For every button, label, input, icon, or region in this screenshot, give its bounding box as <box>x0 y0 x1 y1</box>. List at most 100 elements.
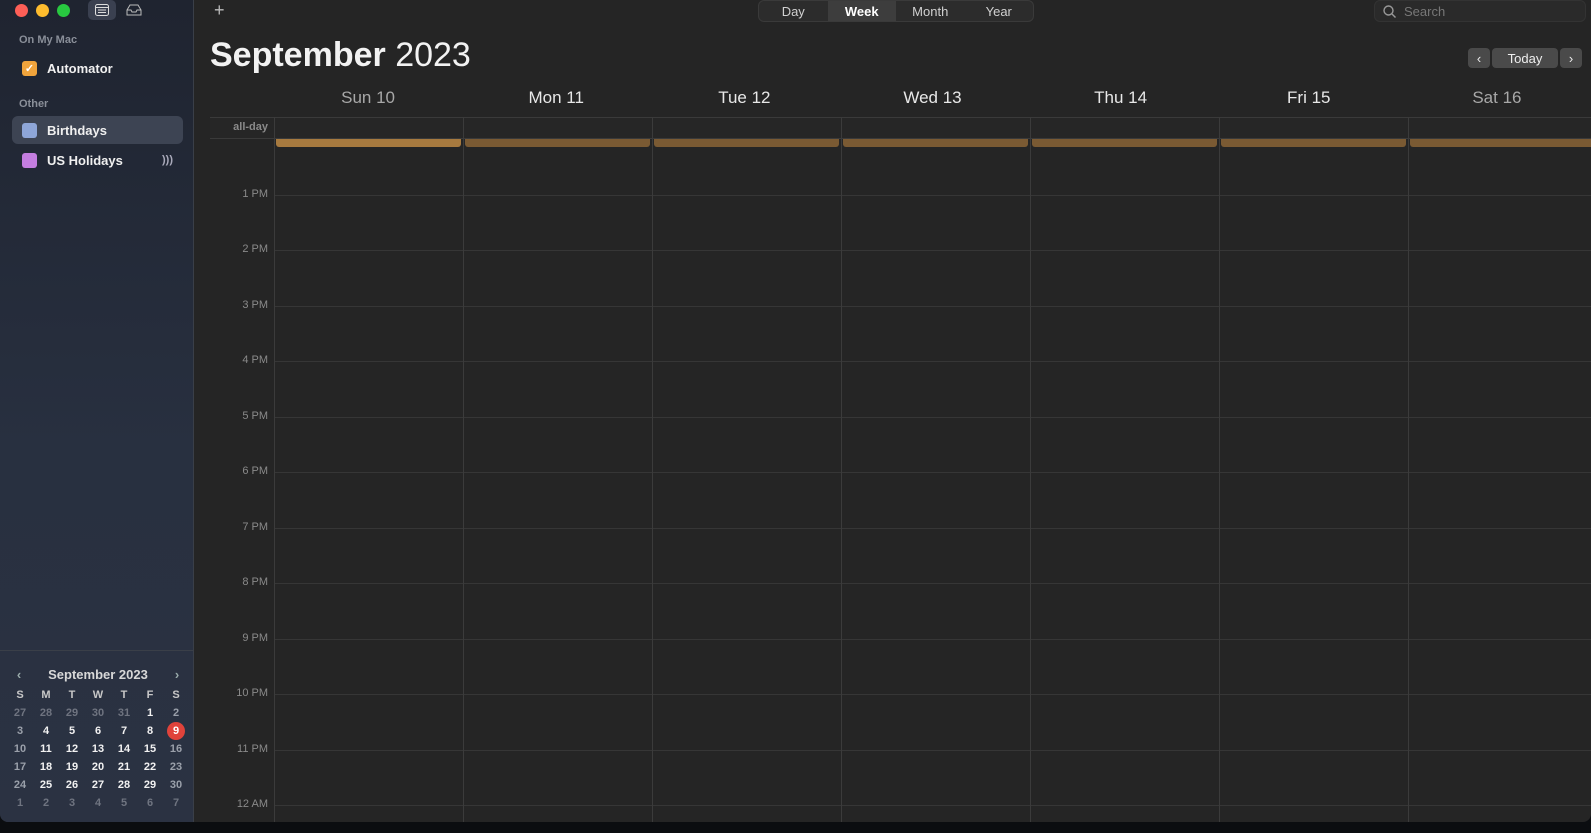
hour-gridline <box>274 749 1591 751</box>
search-placeholder: Search <box>1404 3 1446 19</box>
mini-day[interactable]: 1 <box>137 704 163 722</box>
mini-day[interactable]: 18 <box>33 758 59 776</box>
zoom-window-button[interactable] <box>57 4 70 17</box>
checkbox-checked-icon[interactable]: ✓ <box>22 60 37 76</box>
mini-day[interactable]: 4 <box>33 722 59 740</box>
mini-day[interactable]: 30 <box>163 776 189 794</box>
day-header[interactable]: Sat 16 <box>1403 88 1591 116</box>
mini-day[interactable]: 29 <box>59 704 85 722</box>
mini-day[interactable]: 31 <box>111 704 137 722</box>
mini-day[interactable]: 1 <box>7 794 33 812</box>
mini-day[interactable]: 5 <box>59 722 85 740</box>
add-event-button[interactable]: + <box>214 0 225 21</box>
day-column-divider <box>274 117 275 822</box>
mini-day[interactable]: 10 <box>7 740 33 758</box>
mini-day[interactable]: 28 <box>33 704 59 722</box>
mini-day[interactable]: 2 <box>33 794 59 812</box>
view-tab-day[interactable]: Day <box>759 1 828 21</box>
mini-day[interactable]: 23 <box>163 758 189 776</box>
calendar-item-us-holidays[interactable]: US Holidays ))) <box>12 146 183 174</box>
day-header[interactable]: Thu 14 <box>1027 88 1215 116</box>
mini-weekday-header: T <box>68 689 76 701</box>
mini-day[interactable]: 21 <box>111 758 137 776</box>
mini-weekday-header: W <box>92 689 104 701</box>
mini-day[interactable]: 13 <box>85 740 111 758</box>
checkbox-unchecked-icon[interactable] <box>22 152 37 168</box>
mini-day[interactable]: 26 <box>59 776 85 794</box>
mini-day[interactable]: 7 <box>111 722 137 740</box>
mini-day[interactable]: 15 <box>137 740 163 758</box>
search-field[interactable]: Search <box>1374 0 1586 22</box>
close-window-button[interactable] <box>15 4 28 17</box>
page-title: September 2023 <box>210 36 471 75</box>
next-week-button[interactable]: › <box>1560 48 1582 68</box>
mini-day[interactable]: 27 <box>85 776 111 794</box>
mini-day[interactable]: 2 <box>163 704 189 722</box>
calendar-list-icon <box>95 4 109 16</box>
mini-day[interactable]: 9 <box>163 722 189 740</box>
mini-weekday-header: F <box>146 689 154 701</box>
mini-day[interactable]: 19 <box>59 758 85 776</box>
mini-day[interactable]: 7 <box>163 794 189 812</box>
checkbox-unchecked-icon[interactable] <box>22 122 37 138</box>
mini-day[interactable]: 6 <box>137 794 163 812</box>
today-button[interactable]: Today <box>1492 48 1558 68</box>
day-columns[interactable] <box>274 117 1591 822</box>
mini-day[interactable]: 4 <box>85 794 111 812</box>
mini-day[interactable]: 3 <box>7 722 33 740</box>
mini-next-month-button[interactable]: › <box>170 667 184 682</box>
hour-gridline <box>274 194 1591 196</box>
hour-gutter: 1 PM 2 PM 3 PM 4 PM 5 PM 6 PM 7 PM 8 PM 9 PM 10 P… <box>210 139 274 822</box>
calendar-list-toggle-button[interactable] <box>88 0 116 20</box>
mini-day[interactable]: 12 <box>59 740 85 758</box>
hour-gridline <box>274 805 1591 806</box>
mini-day[interactable]: 17 <box>7 758 33 776</box>
mini-day[interactable]: 3 <box>59 794 85 812</box>
day-header[interactable]: Fri 15 <box>1215 88 1403 116</box>
mini-day[interactable]: 14 <box>111 740 137 758</box>
hour-label: 8 PM <box>242 576 268 588</box>
mini-day[interactable]: 27 <box>7 704 33 722</box>
hour-gridline <box>274 583 1591 584</box>
hour-label: 9 PM <box>242 631 268 644</box>
mini-day[interactable]: 11 <box>33 740 59 758</box>
mini-day[interactable]: 25 <box>33 776 59 794</box>
minimize-window-button[interactable] <box>36 4 49 17</box>
previous-week-button[interactable]: ‹ <box>1468 48 1490 68</box>
mini-day[interactable]: 20 <box>85 758 111 776</box>
view-tab-year[interactable]: Year <box>965 1 1034 21</box>
mini-day[interactable]: 8 <box>137 722 163 740</box>
view-tab-month[interactable]: Month <box>896 1 965 21</box>
calendar-item-label: US Holidays <box>47 152 123 168</box>
day-column-divider <box>1219 117 1220 822</box>
day-column-divider <box>652 117 653 822</box>
day-header[interactable]: Mon 11 <box>462 88 650 116</box>
mini-day[interactable]: 28 <box>111 776 137 794</box>
inbox-icon <box>126 4 142 16</box>
hour-gridline <box>274 527 1591 529</box>
subscribed-broadcast-icon: ))) <box>162 154 173 166</box>
day-header[interactable]: Tue 12 <box>650 88 838 116</box>
view-tab-week[interactable]: Week <box>827 1 896 21</box>
mini-day[interactable]: 6 <box>85 722 111 740</box>
chevron-right-icon: › <box>1568 50 1574 66</box>
calendar-item-automator[interactable]: ✓ Automator <box>12 54 183 82</box>
hour-label: 7 PM <box>242 520 268 533</box>
day-header[interactable]: Wed 13 <box>838 88 1026 116</box>
calendar-window: On My Mac ✓ Automator Other Birthdays US… <box>0 0 1591 822</box>
day-header[interactable]: Sun 10 <box>274 88 462 116</box>
mini-day[interactable]: 30 <box>85 704 111 722</box>
day-column-divider <box>1030 117 1031 822</box>
mini-day[interactable]: 5 <box>111 794 137 812</box>
calendar-item-birthdays[interactable]: Birthdays <box>12 116 183 144</box>
current-time-band <box>1410 139 1591 147</box>
mini-prev-month-button[interactable]: ‹ <box>12 667 26 682</box>
all-day-row[interactable] <box>210 117 1591 139</box>
inbox-button[interactable] <box>120 0 148 20</box>
mini-day[interactable]: 24 <box>7 776 33 794</box>
mini-day[interactable]: 16 <box>163 740 189 758</box>
hour-label: 6 PM <box>242 465 268 477</box>
mini-day[interactable]: 29 <box>137 776 163 794</box>
mini-day[interactable]: 22 <box>137 758 163 776</box>
sidebar-divider <box>0 650 194 651</box>
